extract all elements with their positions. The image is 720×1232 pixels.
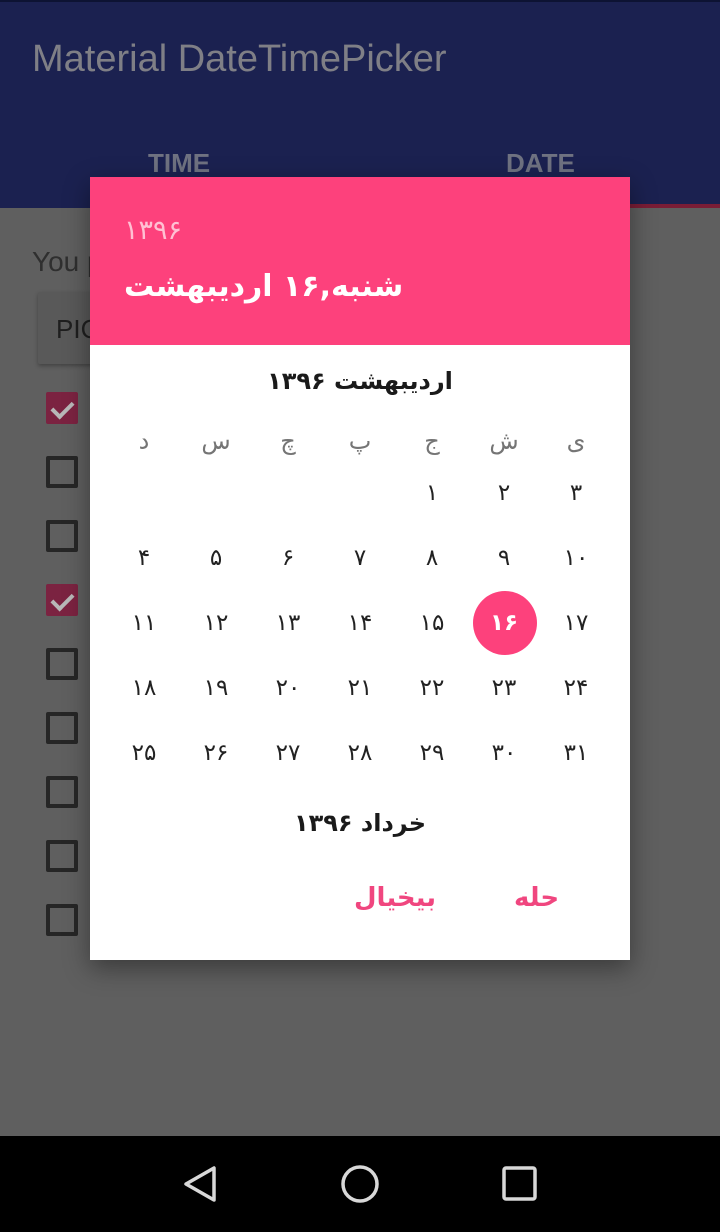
tab-date[interactable]: DATE	[506, 148, 575, 179]
day-cell[interactable]: ۱۵	[402, 610, 462, 636]
header-selected-date[interactable]: شنبه,۱۶ اردیبهشت	[124, 269, 403, 304]
navigation-bar	[0, 1136, 720, 1232]
weekday-label: ش	[489, 427, 519, 455]
option-checkbox[interactable]	[46, 904, 78, 936]
weekday-label: ج	[424, 427, 440, 455]
option-checkbox[interactable]	[46, 648, 78, 680]
header-year[interactable]: ۱۳۹۶	[124, 215, 182, 246]
option-checkbox[interactable]	[46, 584, 78, 616]
date-picker-dialog: ۱۳۹۶ شنبه,۱۶ اردیبهشت اردیبهشت ۱۳۹۶ یشجپ…	[90, 177, 630, 960]
day-cell[interactable]: ۲۸	[330, 740, 390, 766]
day-cell[interactable]: ۱۲	[186, 610, 246, 636]
back-icon[interactable]	[180, 1164, 220, 1204]
day-cell[interactable]: ۲۷	[258, 740, 318, 766]
day-cell[interactable]: ۱۷	[546, 610, 606, 636]
app-title: Material DateTimePicker	[32, 38, 447, 80]
weekday-label: ی	[566, 427, 586, 455]
cancel-button[interactable]: بیخیال	[354, 883, 436, 913]
ok-button[interactable]: حله	[514, 883, 559, 913]
option-checkbox[interactable]	[46, 776, 78, 808]
selected-day[interactable]: ۱۶	[474, 610, 534, 636]
option-checkbox[interactable]	[46, 392, 78, 424]
weekday-label: س	[201, 427, 231, 455]
day-cell[interactable]: ۲۲	[402, 675, 462, 701]
option-checkbox[interactable]	[46, 520, 78, 552]
day-cell[interactable]: ۱۹	[186, 675, 246, 701]
option-checkbox[interactable]	[46, 712, 78, 744]
home-icon[interactable]	[338, 1162, 382, 1206]
day-cell[interactable]: ۴	[114, 545, 174, 571]
day-cell[interactable]: ۳۰	[474, 740, 534, 766]
day-cell[interactable]: ۶	[258, 545, 318, 571]
day-cell[interactable]: ۹	[474, 545, 534, 571]
day-cell[interactable]: ۲۶	[186, 740, 246, 766]
day-cell[interactable]: ۷	[330, 545, 390, 571]
day-cell[interactable]: ۱	[402, 480, 462, 506]
day-cell[interactable]: ۸	[402, 545, 462, 571]
weekday-label: د	[138, 427, 150, 455]
day-cell[interactable]: ۵	[186, 545, 246, 571]
day-cell[interactable]: ۳	[546, 480, 606, 506]
dialog-header: ۱۳۹۶ شنبه,۱۶ اردیبهشت	[90, 177, 630, 345]
day-cell[interactable]: ۲۰	[258, 675, 318, 701]
option-checkbox[interactable]	[46, 456, 78, 488]
day-cell[interactable]: ۱۱	[114, 610, 174, 636]
recents-icon[interactable]	[500, 1164, 540, 1204]
weekday-label: پ	[348, 427, 372, 455]
day-cell[interactable]: ۱۴	[330, 610, 390, 636]
tab-time[interactable]: TIME	[148, 148, 210, 179]
day-cell[interactable]: ۱۸	[114, 675, 174, 701]
day-cell[interactable]: ۱۰	[546, 545, 606, 571]
day-cell[interactable]: ۲۹	[402, 740, 462, 766]
next-month-title: خرداد ۱۳۹۶	[293, 809, 427, 837]
weekday-label: چ	[280, 427, 296, 455]
day-cell[interactable]: ۳۱	[546, 740, 606, 766]
day-cell[interactable]: ۲	[474, 480, 534, 506]
day-cell[interactable]: ۱۳	[258, 610, 318, 636]
option-checkbox[interactable]	[46, 840, 78, 872]
month-title: اردیبهشت ۱۳۹۶	[267, 367, 453, 395]
day-cell[interactable]: ۲۱	[330, 675, 390, 701]
day-cell[interactable]: ۲۳	[474, 675, 534, 701]
day-cell[interactable]: ۲۵	[114, 740, 174, 766]
day-cell[interactable]: ۲۴	[546, 675, 606, 701]
